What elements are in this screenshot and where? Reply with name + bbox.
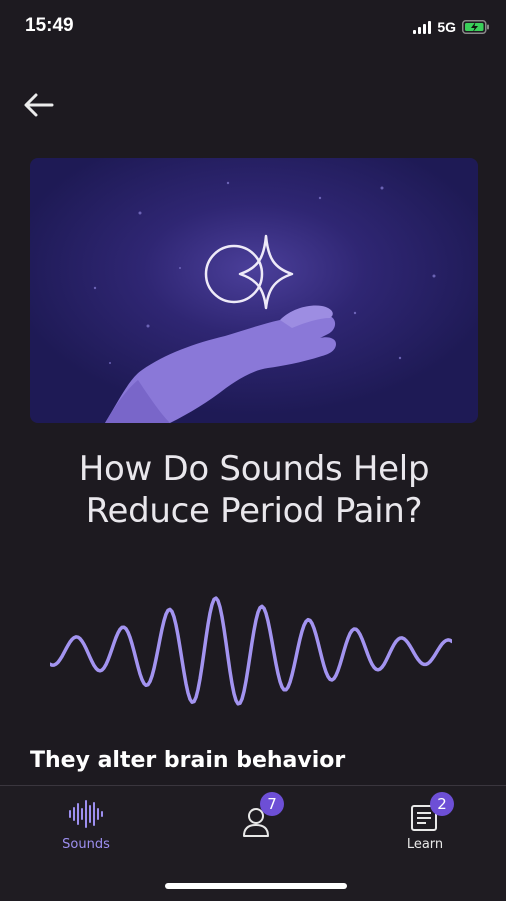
hand-holding-symbol-illustration	[30, 158, 478, 423]
learn-badge: 2	[430, 792, 454, 816]
home-indicator	[165, 883, 347, 889]
profile-badge: 7	[260, 792, 284, 816]
cellular-signal-icon	[413, 20, 432, 34]
waveform-icon	[69, 800, 103, 828]
back-button[interactable]	[22, 90, 56, 120]
status-bar: 15:49 5G	[0, 0, 506, 56]
tab-sounds-label: Sounds	[62, 837, 110, 852]
article-title-line-1: How Do Sounds Help	[78, 449, 430, 489]
tab-sounds[interactable]: Sounds	[26, 786, 146, 858]
article-title-line-2: Reduce Period Pain?	[85, 491, 423, 531]
arrow-left-icon	[24, 93, 54, 117]
battery-charging-icon	[462, 20, 489, 34]
sound-wave-graphic	[50, 596, 452, 706]
status-indicators: 5G	[413, 17, 490, 37]
tab-profile[interactable]: 7	[196, 786, 316, 858]
article-title: How Do Sounds Help Reduce Period Pain?	[30, 448, 478, 532]
status-time: 15:49	[25, 15, 74, 36]
hero-illustration	[30, 158, 478, 423]
network-type: 5G	[437, 19, 456, 35]
section-heading: They alter brain behavior	[30, 748, 346, 773]
tab-learn-label: Learn	[406, 837, 444, 852]
tab-learn[interactable]: 2 Learn	[365, 786, 485, 858]
